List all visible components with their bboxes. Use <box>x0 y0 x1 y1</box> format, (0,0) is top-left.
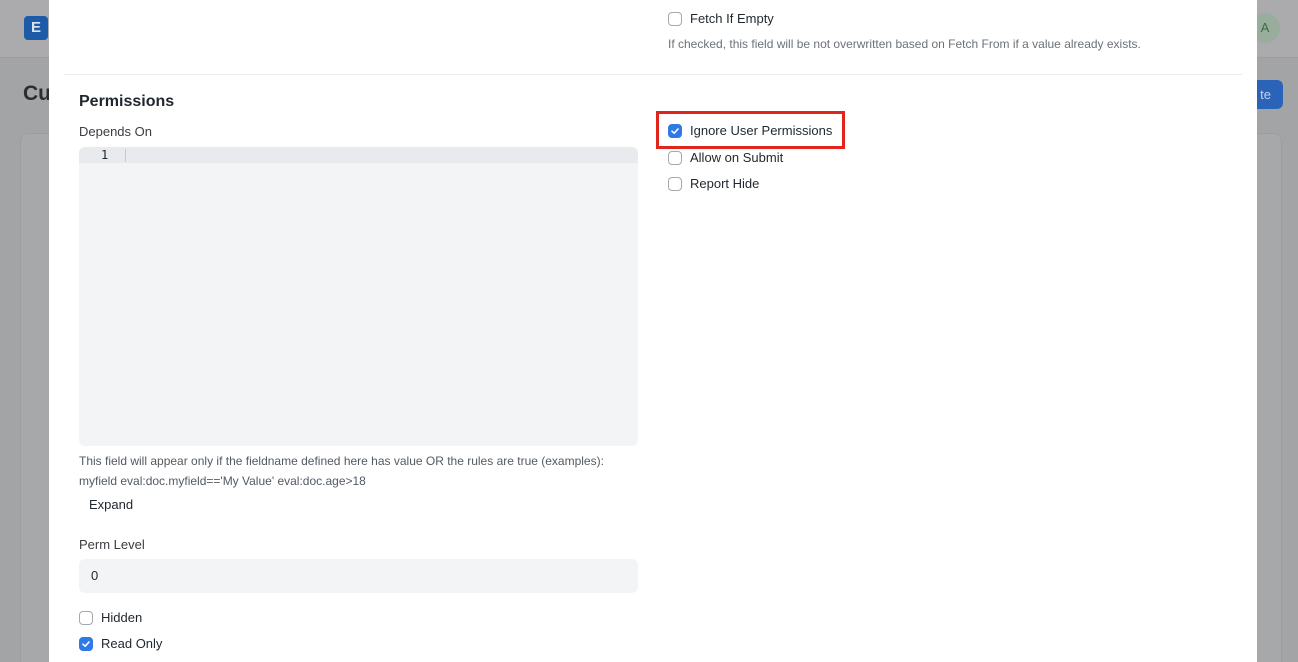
depends-on-label: Depends On <box>79 124 152 139</box>
allow-on-submit-checkbox[interactable] <box>668 150 682 165</box>
perm-level-label: Perm Level <box>79 537 145 552</box>
perm-level-input[interactable]: 0 <box>79 559 638 593</box>
highlight-annotation <box>656 111 845 149</box>
report-hide-label: Report Hide <box>690 176 760 191</box>
section-divider <box>64 74 1242 75</box>
hidden-field[interactable]: Hidden <box>79 610 142 625</box>
depends-on-help: This field will appear only if the field… <box>79 451 649 491</box>
fetch-if-empty-checkbox[interactable] <box>668 11 682 26</box>
hidden-checkbox[interactable] <box>79 610 93 625</box>
fetch-if-empty-label: Fetch If Empty <box>690 11 774 26</box>
report-hide-field[interactable]: Report Hide <box>668 176 759 191</box>
allow-on-submit-label: Allow on Submit <box>690 150 784 165</box>
text-cursor <box>125 149 126 162</box>
field-settings-dialog: Fetch If Empty If checked, this field wi… <box>49 0 1257 662</box>
depends-on-help-line2: myfield eval:doc.myfield=='My Value' eva… <box>79 474 366 488</box>
read-only-field[interactable]: Read Only <box>79 636 162 651</box>
hidden-label: Hidden <box>101 610 143 625</box>
checkmark-icon <box>82 640 90 647</box>
app-logo: E <box>24 16 48 40</box>
page-title: Cu <box>23 82 51 105</box>
read-only-label: Read Only <box>101 636 163 651</box>
line-number: 1 <box>101 148 109 162</box>
read-only-checkbox[interactable] <box>79 636 93 651</box>
expand-button[interactable]: Expand <box>89 497 133 512</box>
fetch-if-empty-help: If checked, this field will be not overw… <box>668 37 1141 51</box>
depends-on-help-line1: This field will appear only if the field… <box>79 454 604 468</box>
permissions-section-title: Permissions <box>79 93 175 110</box>
fetch-if-empty-field[interactable]: Fetch If Empty <box>668 11 774 26</box>
active-code-line <box>79 147 638 163</box>
allow-on-submit-field[interactable]: Allow on Submit <box>668 150 783 165</box>
depends-on-code-editor[interactable]: 1 <box>79 147 638 446</box>
report-hide-checkbox[interactable] <box>668 176 682 191</box>
